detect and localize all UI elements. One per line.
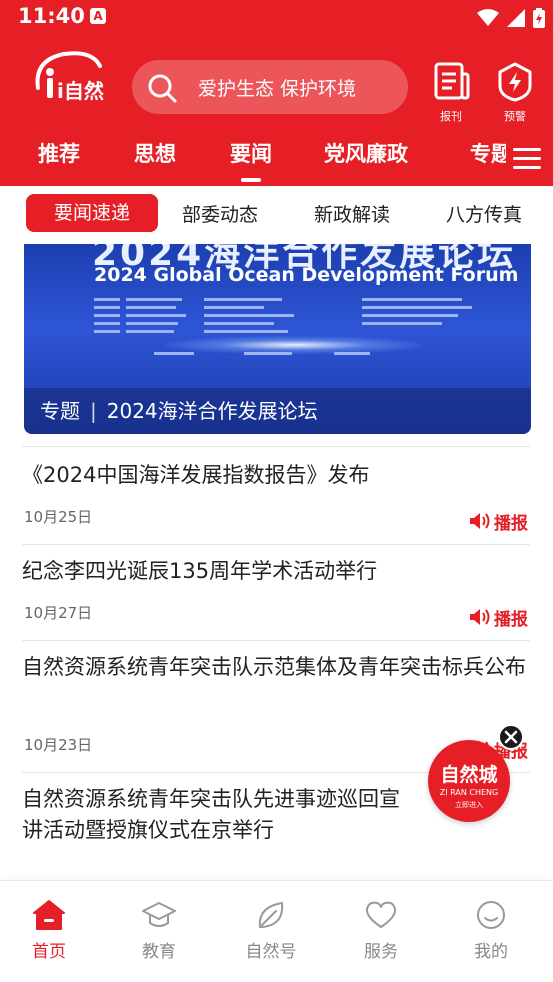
nav-label: 首页 — [32, 942, 66, 962]
smiley-icon — [477, 901, 505, 929]
news-date: 10月23日 — [24, 736, 93, 754]
signal-icon — [507, 9, 525, 27]
play-button[interactable]: 播报 — [468, 510, 528, 534]
nav-education[interactable]: 教育 — [124, 899, 194, 962]
nav-label: 教育 — [142, 942, 176, 962]
banner-glow — [164, 336, 424, 354]
nav-home[interactable]: 首页 — [14, 899, 84, 962]
speaker-icon — [470, 513, 490, 529]
bottom-nav: 首页 教育 自然号 服务 我的 — [0, 880, 553, 982]
banner-caption-separator: | — [90, 399, 97, 423]
nav-label: 服务 — [364, 942, 398, 962]
tab-thought[interactable]: 思想 — [134, 138, 176, 168]
news-item[interactable]: 《2024中国海洋发展指数报告》发布 10月25日 播报 — [0, 446, 553, 544]
newspaper-label: 报刊 — [440, 110, 462, 123]
banner-caption-tag: 专题 — [40, 399, 80, 423]
heart-icon — [365, 901, 397, 928]
alert-label: 预警 — [504, 110, 526, 123]
tab-news[interactable]: 要闻 — [230, 138, 272, 182]
sub-tabs: 要闻速递 部委动态 新政解读 八方传真 — [0, 186, 553, 244]
app-header: 11:40 A i自然 爱护生态 保护环境 报刊 预警 推荐 思想 要闻 党风廉… — [0, 0, 553, 186]
speaker-icon — [470, 609, 490, 625]
tab-special[interactable]: 专题 — [470, 138, 506, 168]
nav-ziran-hao[interactable]: 自然号 — [236, 899, 306, 962]
newspaper-button[interactable]: 报刊 — [426, 60, 476, 124]
nav-service[interactable]: 服务 — [346, 899, 416, 962]
tab-recommend[interactable]: 推荐 — [38, 138, 80, 168]
logo-text: i自然 — [57, 79, 104, 103]
tab-party-conduct[interactable]: 党风廉政 — [324, 138, 408, 168]
subtab-ministry-news[interactable]: 部委动态 — [182, 200, 258, 227]
divider — [22, 640, 530, 641]
divider — [22, 446, 530, 447]
float-ad-title: 自然城 — [440, 764, 498, 786]
search-bar[interactable]: 爱护生态 保护环境 — [132, 60, 408, 114]
alert-button[interactable]: 预警 — [490, 60, 540, 124]
shield-alert-icon — [498, 62, 532, 102]
nav-label: 自然号 — [245, 942, 297, 962]
graduation-cap-icon — [142, 902, 176, 927]
status-indicators — [477, 8, 545, 28]
top-bar: i自然 爱护生态 保护环境 报刊 预警 — [0, 44, 553, 130]
play-button[interactable]: 播报 — [468, 606, 528, 630]
subtab-policy-interpretation[interactable]: 新政解读 — [314, 200, 390, 227]
search-icon — [148, 74, 177, 103]
float-ad-enter: 立即进入 — [455, 801, 483, 809]
app-logo[interactable]: i自然 — [30, 48, 106, 104]
banner-title-en: 2024 Global Ocean Development Forum — [94, 264, 519, 286]
subtab-news-express[interactable]: 要闻速递 — [26, 194, 158, 232]
home-icon — [33, 900, 65, 930]
divider — [22, 544, 530, 545]
news-title: 自然资源系统青年突击队先进事迹巡回宣讲活动暨授旗仪式在京举行 — [22, 787, 400, 842]
channel-tabs: 推荐 思想 要闻 党风廉政 专题 — [0, 130, 553, 186]
notification-icon: A — [90, 8, 106, 24]
banner-caption: 专题 | 2024海洋合作发展论坛 — [24, 388, 531, 434]
subtab-regional-news[interactable]: 八方传真 — [446, 200, 522, 227]
nav-label: 我的 — [474, 942, 508, 962]
leaf-icon — [258, 902, 284, 928]
news-item[interactable]: 纪念李四光诞辰135周年学术活动举行 10月27日 播报 — [0, 544, 553, 642]
news-title: 《2024中国海洋发展指数报告》发布 — [22, 463, 370, 487]
ziran-city-float-ad[interactable]: 自然城 ZI RAN CHENG 立即进入 — [428, 740, 510, 822]
status-time: 11:40 — [18, 4, 85, 28]
menu-icon[interactable] — [513, 146, 543, 172]
news-date: 10月27日 — [24, 604, 93, 622]
play-label: 播报 — [494, 609, 528, 630]
news-title: 纪念李四光诞辰135周年学术活动举行 — [22, 559, 378, 583]
newspaper-icon — [434, 62, 470, 100]
close-icon — [504, 730, 518, 744]
battery-icon — [533, 8, 545, 28]
wifi-icon — [477, 9, 499, 26]
search-placeholder: 爱护生态 保护环境 — [198, 78, 357, 100]
close-ad-button[interactable] — [498, 724, 524, 750]
status-bar: 11:40 A — [0, 0, 553, 34]
play-label: 播报 — [494, 513, 528, 534]
news-title: 自然资源系统青年突击队示范集体及青年突击标兵公布 — [22, 655, 526, 679]
banner-caption-title: 2024海洋合作发展论坛 — [106, 399, 318, 423]
float-ad-subtitle: ZI RAN CHENG — [439, 788, 499, 797]
news-date: 10月25日 — [24, 508, 93, 526]
nav-mine[interactable]: 我的 — [456, 899, 526, 962]
feature-banner[interactable]: 2024海洋合作发展论坛 2024 Global Ocean Developme… — [24, 244, 531, 434]
